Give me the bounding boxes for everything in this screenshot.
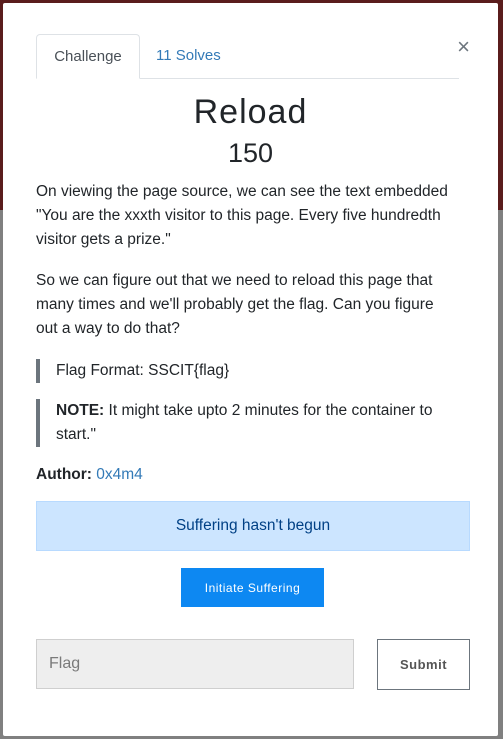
- challenge-title: Reload: [193, 93, 308, 131]
- close-icon[interactable]: ×: [457, 36, 470, 58]
- initiate-suffering-button[interactable]: Initiate Suffering: [181, 568, 324, 607]
- flag-input[interactable]: [36, 639, 354, 689]
- note-label: NOTE:: [56, 402, 105, 419]
- tab-solves[interactable]: 11 Solves: [140, 34, 237, 78]
- description-paragraph-2: So we can figure out that we need to rel…: [36, 272, 434, 337]
- flag-format-quote: Flag Format: SSCIT{flag}: [36, 359, 456, 383]
- author-link[interactable]: 0x4m4: [96, 466, 143, 483]
- challenge-points: 150: [227, 138, 274, 168]
- challenge-modal: Challenge 11 Solves × Reload 150 On view…: [3, 3, 498, 736]
- author-label: Author:: [36, 466, 92, 483]
- tab-challenge[interactable]: Challenge: [36, 34, 140, 79]
- submit-button[interactable]: Submit: [377, 639, 470, 690]
- status-alert: Suffering hasn't begun: [36, 501, 470, 551]
- description-paragraph-1: On viewing the page source, we can see t…: [36, 183, 448, 248]
- modal-tabs: Challenge 11 Solves: [36, 34, 459, 79]
- author-line: Author: 0x4m4: [36, 463, 143, 487]
- note-quote: NOTE: It might take upto 2 minutes for t…: [36, 399, 456, 447]
- note-text: It might take upto 2 minutes for the con…: [56, 402, 433, 443]
